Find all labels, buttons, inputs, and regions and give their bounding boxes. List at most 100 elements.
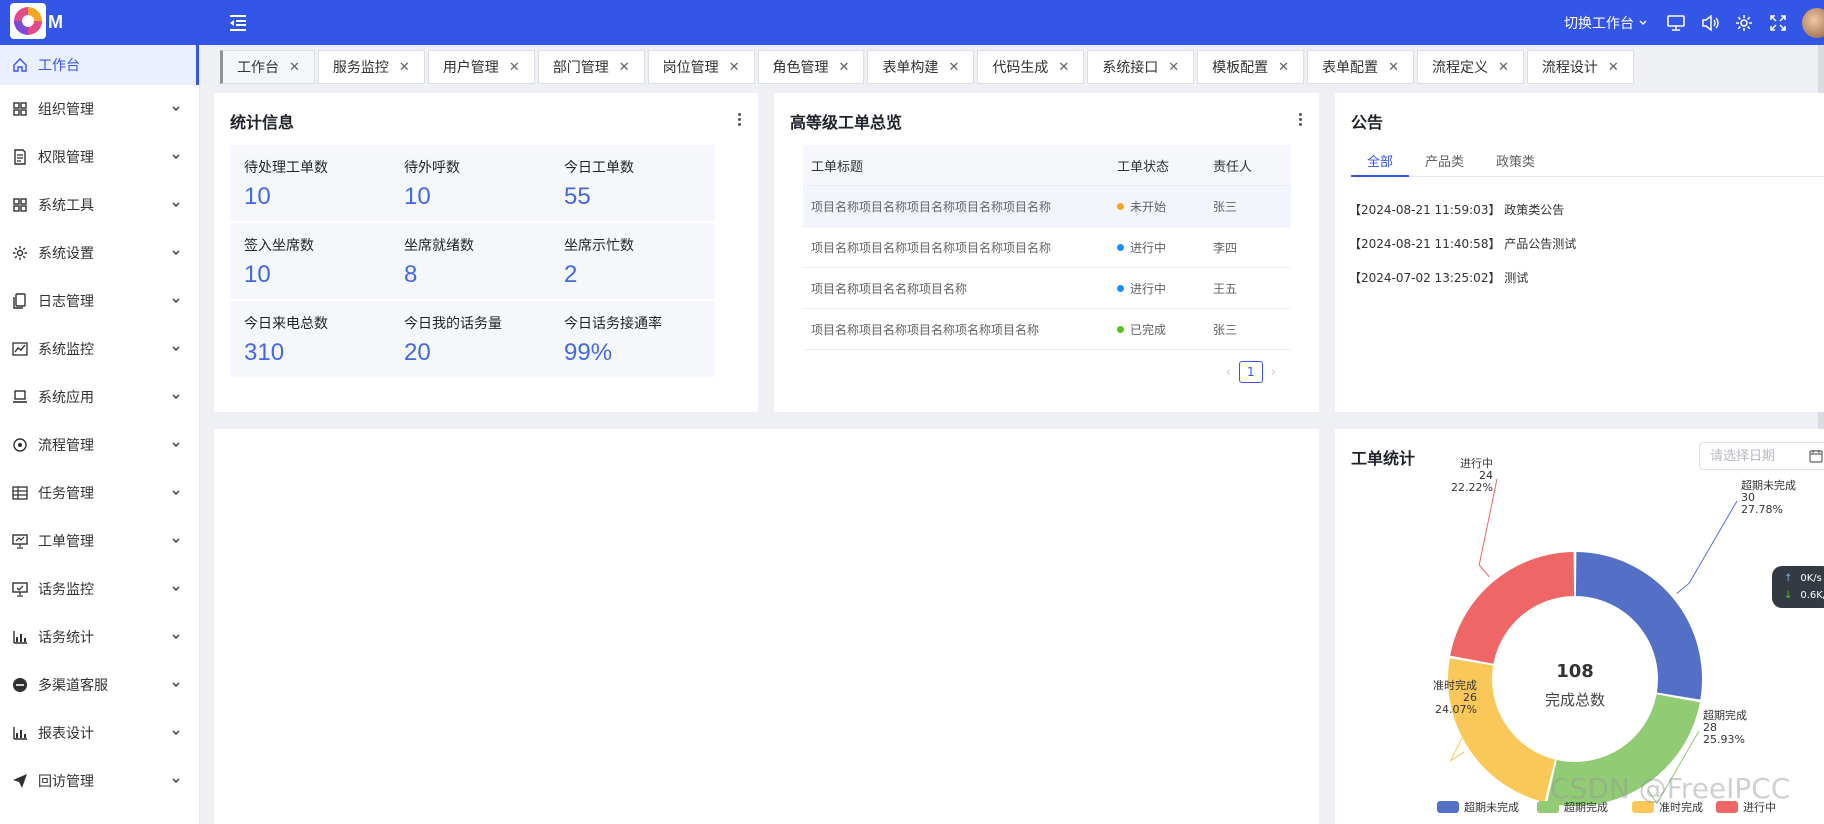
sidebar-item-14[interactable]: 报表设计 (0, 709, 199, 757)
sidebar-item-label: 权限管理 (38, 150, 94, 166)
net-upload: 0K/s (1800, 573, 1822, 584)
chevron-down-icon (172, 634, 180, 639)
ticket-owner: 张三 (1213, 322, 1238, 337)
table-header: 工单标题 工单状态 责任人 (803, 145, 1291, 186)
switch-workspace-button[interactable]: 切换工作台 (1564, 13, 1648, 33)
tab-6[interactable]: 表单构建 ✕ (867, 50, 975, 84)
tab-1[interactable]: 服务监控 ✕ (317, 50, 425, 84)
close-icon[interactable]: ✕ (1058, 60, 1069, 75)
close-icon[interactable]: ✕ (1608, 60, 1619, 75)
tab-2[interactable]: 用户管理 ✕ (427, 50, 535, 84)
legend-swatch[interactable] (1716, 801, 1738, 813)
stat-tile: 签入坐席数 10 (230, 223, 395, 299)
sidebar-item-12[interactable]: 话务统计 (0, 613, 199, 661)
close-icon[interactable]: ✕ (1168, 60, 1179, 75)
table-row[interactable]: 项目名称项目名名称项目名称 进行中 王五 (803, 268, 1291, 309)
chevron-down-icon (172, 730, 180, 735)
sidebar-item-label: 系统设置 (38, 246, 94, 262)
stat-tile: 今日工单数 55 (550, 145, 715, 221)
page-button[interactable]: 1 (1238, 361, 1263, 383)
next-page-icon[interactable]: › (1271, 365, 1276, 379)
ticket-status: 已完成 (1117, 321, 1213, 338)
column-header: 责任人 (1213, 159, 1253, 175)
sidebar-item-10[interactable]: 工单管理 (0, 517, 199, 565)
close-icon[interactable]: ✕ (1278, 60, 1289, 75)
close-icon[interactable]: ✕ (619, 60, 630, 75)
sidebar-item-0[interactable]: 工作台 (0, 45, 199, 85)
close-icon[interactable]: ✕ (839, 60, 850, 75)
close-icon[interactable]: ✕ (948, 60, 959, 75)
table-row[interactable]: 项目名称项目名称项目名称项名称项目名称 已完成 张三 (803, 309, 1291, 350)
tab-8[interactable]: 系统接口 ✕ (1087, 50, 1195, 84)
close-icon[interactable]: ✕ (399, 60, 410, 75)
legend-swatch[interactable] (1632, 801, 1654, 813)
legend-swatch[interactable] (1437, 801, 1459, 813)
legend-label[interactable]: 超期完成 (1564, 800, 1608, 814)
announcement-item[interactable]: 【2024-08-21 11:59:03】 政策类公告 (1349, 201, 1576, 235)
announcements-card: 公告 全部 产品类 政策类 【2024-08-21 11:59:03】 政策类公… (1335, 93, 1824, 412)
sidebar-item-8[interactable]: 流程管理 (0, 421, 199, 469)
close-icon[interactable]: ✕ (509, 60, 520, 75)
sidebar-item-5[interactable]: 日志管理 (0, 277, 199, 325)
sidebar-item-3[interactable]: 系统工具 (0, 181, 199, 229)
sidebar-item-9[interactable]: 任务管理 (0, 469, 199, 517)
tab-4[interactable]: 岗位管理 ✕ (647, 50, 755, 84)
sidebar-item-1[interactable]: 组织管理 (0, 85, 199, 133)
donut-slice[interactable] (1575, 552, 1702, 700)
stat-tile: 今日来电总数 310 (230, 301, 395, 377)
tab-9[interactable]: 模板配置 ✕ (1197, 50, 1305, 84)
chevron-down-icon (172, 298, 180, 303)
sidebar-item-13[interactable]: 多渠道客服 (0, 661, 199, 709)
announcement-tab-all[interactable]: 全部 (1351, 151, 1410, 177)
sidebar-item-11[interactable]: 话务监控 (0, 565, 199, 613)
tab-label: 部门管理 (552, 60, 609, 76)
announcement-item[interactable]: 【2024-08-21 11:40:58】 产品公告测试 (1349, 235, 1576, 269)
tab-10[interactable]: 表单配置 ✕ (1307, 50, 1414, 84)
tab-11[interactable]: 流程定义 ✕ (1416, 50, 1524, 84)
tab-5[interactable]: 角色管理 ✕ (757, 50, 865, 84)
close-icon[interactable]: ✕ (1388, 60, 1399, 75)
more-vertical-icon[interactable] (1299, 113, 1303, 127)
user-avatar[interactable] (1802, 7, 1824, 38)
chevron-down-icon (172, 202, 180, 207)
announcement-item[interactable]: 【2024-07-02 13:25:02】 测试 (1349, 269, 1576, 303)
top-bar: M 切换工作台 (0, 0, 1824, 45)
menu-fold-icon[interactable] (228, 14, 248, 32)
announcement-tab-product[interactable]: 产品类 (1409, 151, 1480, 177)
chat-icon (12, 677, 28, 693)
donut-slice[interactable] (1450, 552, 1575, 664)
legend-label[interactable]: 超期未完成 (1464, 800, 1519, 814)
close-icon[interactable]: ✕ (1498, 60, 1509, 75)
tab-label: 岗位管理 (662, 60, 719, 76)
announcement-tab-policy[interactable]: 政策类 (1480, 151, 1551, 177)
legend-label[interactable]: 准时完成 (1659, 800, 1703, 814)
sidebar-item-2[interactable]: 权限管理 (0, 133, 199, 181)
stat-value: 10 (244, 261, 271, 288)
sidebar-item-4[interactable]: 系统设置 (0, 229, 199, 277)
prev-page-icon[interactable]: ‹ (1226, 365, 1231, 379)
tab-7[interactable]: 代码生成 ✕ (977, 50, 1085, 84)
table-row[interactable]: 项目名称项目名称项目名称项目名称项目名称 未开始 张三 (803, 186, 1291, 227)
slice-label-name: 超期完成 (1703, 708, 1747, 722)
speaker-icon[interactable] (1700, 13, 1720, 33)
stat-tile: 待处理工单数 10 (230, 145, 395, 221)
fullscreen-icon[interactable] (1768, 13, 1788, 33)
legend-label[interactable]: 进行中 (1743, 801, 1776, 814)
table-row[interactable]: 项目名称项目名称项目名称项目名称项目名称 进行中 李四 (803, 227, 1291, 268)
tab-0[interactable]: 工作台 ✕ (220, 50, 315, 84)
sidebar-item-7[interactable]: 系统应用 (0, 373, 199, 421)
chevron-down-icon (172, 490, 180, 495)
tab-12[interactable]: 流程设计 ✕ (1526, 50, 1634, 84)
stat-value: 99% (564, 339, 613, 366)
legend-swatch[interactable] (1537, 801, 1559, 813)
monitor-icon[interactable] (1666, 13, 1686, 33)
donut-slice[interactable] (1547, 694, 1700, 806)
sidebar-item-6[interactable]: 系统监控 (0, 325, 199, 373)
tab-3[interactable]: 部门管理 ✕ (537, 50, 645, 84)
gear-icon[interactable] (1734, 13, 1754, 33)
sidebar-item-15[interactable]: 回访管理 (0, 757, 199, 805)
more-vertical-icon[interactable] (738, 113, 742, 127)
stat-value: 8 (404, 261, 418, 288)
close-icon[interactable]: ✕ (729, 60, 740, 75)
close-icon[interactable]: ✕ (289, 60, 300, 75)
